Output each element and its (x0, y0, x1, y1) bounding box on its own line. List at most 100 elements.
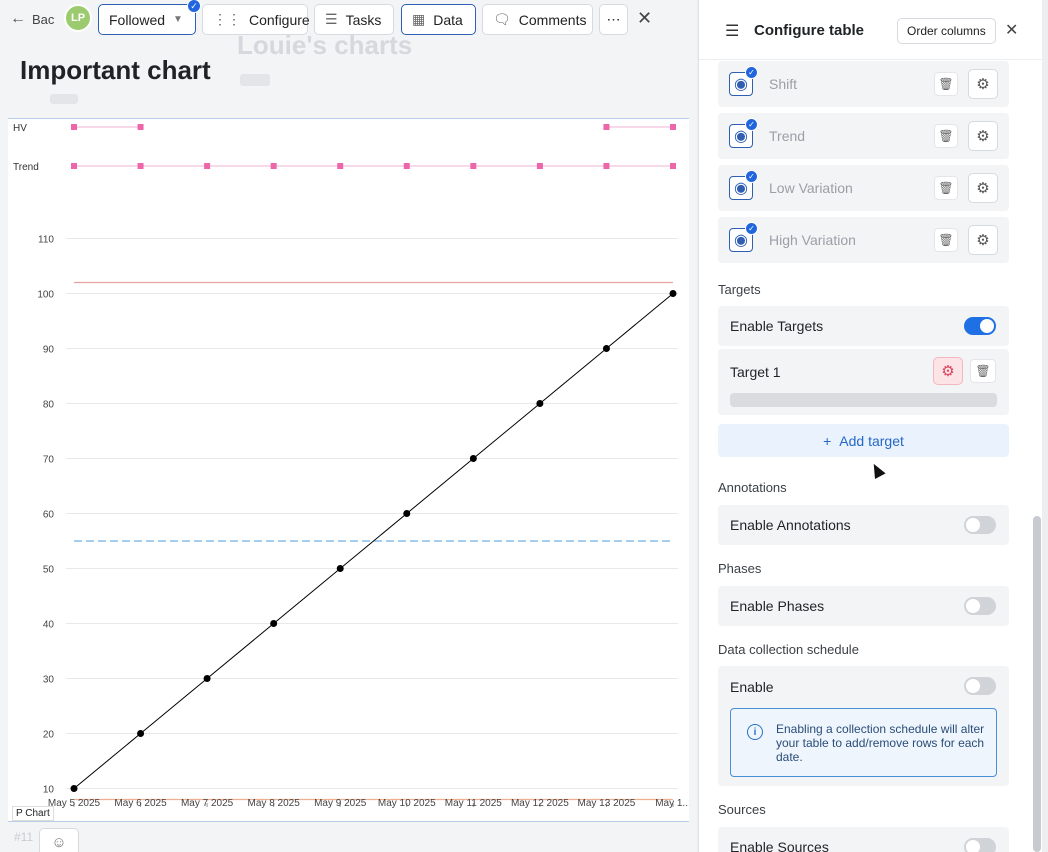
add-reaction-button[interactable]: ☺ (39, 828, 79, 852)
x-tick-label: May 9 2025 (314, 798, 367, 809)
delete-column-button[interactable]: 🗑 (934, 228, 958, 252)
target-placeholder-bar (730, 393, 997, 407)
y-tick-label: 90 (43, 345, 55, 356)
toolbar: ← Bac LP Followed ▼ ✓ ⋮⋮ Configure ☰ Tas… (0, 0, 697, 38)
page-title: Important chart (20, 55, 211, 85)
marker-point (536, 163, 543, 169)
column-row-shift: ◉ ✓ Shift 🗑 ⚙ (718, 61, 1009, 107)
marker-point (337, 163, 344, 169)
marker-point (470, 163, 477, 169)
check-icon: ✓ (745, 66, 758, 79)
y-tick-label: 110 (38, 235, 54, 246)
followed-label: Followed (109, 11, 166, 28)
data-point (469, 455, 477, 462)
gear-icon: ⚙ (976, 76, 990, 93)
delete-column-button[interactable]: 🗑 (934, 124, 958, 148)
close-panel-icon[interactable]: ✕ (1005, 20, 1018, 40)
marker-row-label: HV (13, 123, 27, 134)
x-tick-label: May 12 2025 (511, 798, 569, 809)
y-tick-label: 60 (43, 510, 55, 521)
enable-sources-switch[interactable] (964, 838, 996, 852)
column-settings-button[interactable]: ⚙ (968, 121, 998, 151)
sources-section-label: Sources (718, 802, 766, 817)
y-tick-label: 20 (43, 730, 55, 741)
column-settings-button[interactable]: ⚙ (968, 225, 998, 255)
order-columns-button[interactable]: Order columns (897, 18, 996, 44)
data-point (70, 785, 78, 792)
check-icon: ✓ (745, 118, 758, 131)
enable-targets-label: Enable Targets (730, 318, 824, 334)
marker-point (270, 163, 277, 169)
delete-target-button[interactable]: 🗑 (970, 359, 996, 383)
check-icon: ✓ (187, 0, 201, 13)
enable-sources-label: Enable Sources (730, 839, 829, 852)
column-settings-button[interactable]: ⚙ (968, 69, 998, 99)
background-row-label: #11 (14, 830, 34, 844)
enable-phases-row: Enable Phases (718, 586, 1009, 626)
check-icon: ✓ (745, 170, 758, 183)
data-point (137, 730, 145, 737)
comments-button[interactable]: 🗨 Comments (482, 4, 593, 35)
column-label: Low Variation (769, 180, 853, 196)
add-target-label: Add target (839, 432, 904, 449)
column-settings-button[interactable]: ⚙ (968, 173, 998, 203)
avatar[interactable]: LP (64, 4, 92, 32)
y-tick-label: 80 (43, 400, 55, 411)
targets-section-label: Targets (718, 282, 761, 297)
data-button[interactable]: ▦ Data (401, 4, 476, 35)
data-point (403, 510, 411, 517)
sliders-icon: ⋮⋮ (213, 11, 241, 27)
tasks-label: Tasks (345, 11, 382, 28)
data-point (203, 675, 211, 682)
column-row-high-variation: ◉ ✓ High Variation 🗑 ⚙ (718, 217, 1009, 263)
back-button[interactable]: ← Bac (10, 7, 54, 31)
check-icon: ✓ (745, 222, 758, 235)
column-label: High Variation (769, 232, 856, 248)
arrow-left-icon: ← (10, 10, 26, 27)
trash-icon: 🗑 (938, 77, 954, 91)
enable-annotations-switch[interactable] (964, 516, 996, 534)
configure-label: Configure (249, 11, 310, 28)
x-tick-label: May 13 2025 (578, 798, 636, 809)
enable-annotations-label: Enable Annotations (730, 517, 851, 533)
marker-row-label: Trend (13, 162, 39, 173)
x-tick-label: May 11 2025 (445, 798, 503, 809)
delete-column-button[interactable]: 🗑 (934, 176, 958, 200)
panel-title: Configure table (754, 22, 865, 39)
marker-point (137, 163, 144, 169)
data-point (669, 290, 677, 297)
x-tick-label: May 8 2025 (248, 798, 301, 809)
target-card: Target 1 ⚙ 🗑 (718, 349, 1009, 415)
trash-icon: 🗑 (975, 364, 991, 378)
tasks-button[interactable]: ☰ Tasks (314, 4, 394, 35)
enable-targets-switch[interactable] (964, 317, 996, 335)
close-icon[interactable]: ✕ (637, 8, 652, 29)
chart-type-label: P Chart (12, 806, 54, 821)
sliders-icon: ☰ (725, 23, 740, 40)
enable-annotations-row: Enable Annotations (718, 505, 1009, 545)
followed-button[interactable]: Followed ▼ ✓ (98, 0, 201, 35)
y-tick-label: 30 (43, 675, 55, 686)
column-label: Trend (769, 128, 806, 144)
configure-button[interactable]: ⋮⋮ Configure (202, 4, 310, 35)
x-tick-label: May 5 2025 (48, 798, 101, 809)
trash-icon: 🗑 (938, 233, 954, 247)
scrollbar-thumb[interactable] (1033, 516, 1041, 852)
more-button[interactable]: ⋯ (599, 4, 628, 35)
y-tick-label: 10 (43, 785, 55, 796)
enable-phases-switch[interactable] (964, 597, 996, 615)
configure-table-panel: ☰ Configure table Order columns ✕ ◉ ✓ Sh… (698, 0, 1042, 852)
column-row-trend: ◉ ✓ Trend 🗑 ⚙ (718, 113, 1009, 159)
target-settings-button[interactable]: ⚙ (933, 357, 963, 385)
column-row-low-variation: ◉ ✓ Low Variation 🗑 ⚙ (718, 165, 1009, 211)
smiley-icon: ☺ (51, 833, 67, 851)
gear-icon: ⚙ (976, 232, 990, 249)
add-target-button[interactable]: + Add target (718, 424, 1009, 457)
enable-schedule-switch[interactable] (964, 677, 996, 695)
comments-label: Comments (518, 11, 587, 28)
gear-icon: ⚙ (976, 128, 990, 145)
delete-column-button[interactable]: 🗑 (934, 72, 958, 96)
x-tick-label: May 6 2025 (114, 798, 167, 809)
data-point (336, 565, 344, 572)
marker-point (603, 163, 610, 169)
